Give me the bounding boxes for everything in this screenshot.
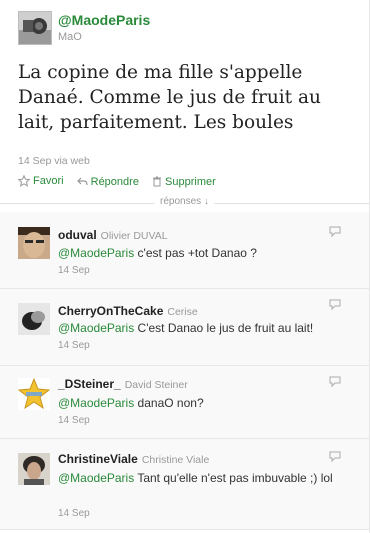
favorite-button[interactable]: Favori <box>18 175 64 187</box>
reply-time[interactable]: 14 Sep <box>58 265 90 276</box>
avatar[interactable] <box>18 303 50 335</box>
replies-divider: réponses ↓ <box>0 193 369 211</box>
delete-button[interactable]: Supprimer <box>152 176 216 188</box>
delete-label: Supprimer <box>165 175 216 188</box>
star-icon <box>18 175 30 187</box>
reply-fullname: Cerise <box>167 306 198 318</box>
author-name: MaO <box>58 31 82 43</box>
mention-link[interactable]: @MaodeParis <box>58 471 134 485</box>
reply-text: @MaodeParis danaO non? <box>58 395 348 411</box>
main-tweet: @MaodeParis MaO La copine de ma fille s'… <box>0 0 369 193</box>
reply-message: danaO non? <box>134 396 204 410</box>
reply-fullname: David Steiner <box>124 379 188 391</box>
reply-message: C'est Danao le jus de fruit au lait! <box>134 321 314 335</box>
reply-text: @MaodeParis c'est pas +tot Danao ? <box>58 245 348 261</box>
mention-link[interactable]: @MaodeParis <box>58 246 134 260</box>
trash-icon <box>153 176 162 187</box>
reply-message: Tant qu'elle n'est pas imbuvable ;) lol <box>134 471 333 485</box>
reply-username[interactable]: _DSteiner_ <box>58 377 121 391</box>
reply-author: CherryOnTheCake Cerise <box>58 304 198 318</box>
favorite-label: Favori <box>33 175 64 187</box>
reply-author: _DSteiner_ David Steiner <box>58 377 188 391</box>
reply-icon[interactable] <box>329 226 341 237</box>
reply-time[interactable]: 14 Sep <box>58 415 90 426</box>
reply-fullname: Christine Viale <box>141 454 210 466</box>
reply-author: ChristineViale Christine Viale <box>58 452 209 466</box>
reply-item: _DSteiner_ David Steiner @MaodeParis dana… <box>0 366 369 439</box>
reply-item: oduval Olivier DUVAL @MaodeParis c'est pa… <box>0 212 369 289</box>
reply-fullname: Olivier DUVAL <box>100 230 168 242</box>
reply-time[interactable]: 14 Sep <box>58 508 90 519</box>
reply-username[interactable]: ChristineViale <box>58 452 138 466</box>
reply-arrow-icon <box>76 177 88 186</box>
reply-text: @MaodeParis Tant qu'elle n'est pas imbuv… <box>58 470 348 486</box>
reply-icon[interactable] <box>329 451 341 462</box>
reply-item: ChristineViale Christine Viale @MaodePari… <box>0 439 369 530</box>
reply-author: oduval Olivier DUVAL <box>58 228 168 242</box>
reply-button[interactable]: Répondre <box>76 176 139 188</box>
reply-time[interactable]: 14 Sep <box>58 340 90 351</box>
tweet-meta: 14 Sep via web <box>18 155 90 167</box>
reply-text: @MaodeParis C'est Danao le jus de fruit … <box>58 320 348 336</box>
avatar[interactable] <box>18 453 50 485</box>
reply-icon[interactable] <box>329 299 341 310</box>
reply-item: CherryOnTheCake Cerise @MaodeParis C'est … <box>0 289 369 366</box>
tweet-panel: @MaodeParis MaO La copine de ma fille s'… <box>0 0 370 533</box>
reply-icon[interactable] <box>329 376 341 387</box>
avatar[interactable] <box>18 227 50 259</box>
reply-label: Répondre <box>90 176 139 188</box>
reply-username[interactable]: oduval <box>58 228 97 242</box>
reply-message: c'est pas +tot Danao ? <box>134 246 257 260</box>
replies-label[interactable]: réponses ↓ <box>154 196 215 207</box>
mention-link[interactable]: @MaodeParis <box>58 396 134 410</box>
tweet-actions: Favori Répondre Supprimer <box>18 175 226 190</box>
avatar[interactable] <box>18 378 50 410</box>
author-handle[interactable]: @MaodeParis <box>58 12 150 28</box>
avatar[interactable] <box>18 11 52 45</box>
reply-username[interactable]: CherryOnTheCake <box>58 304 163 318</box>
tweet-text: La copine de ma fille s'appelle Danaé. C… <box>18 62 321 133</box>
mention-link[interactable]: @MaodeParis <box>58 321 134 335</box>
